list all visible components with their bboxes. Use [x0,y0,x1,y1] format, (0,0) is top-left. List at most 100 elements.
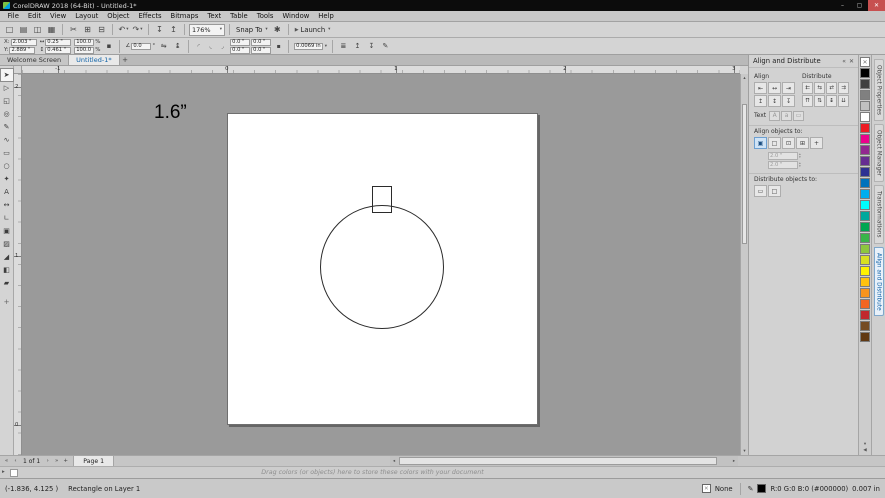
align-to-page-center-button[interactable]: ⊡ [782,137,795,149]
first-page-button[interactable]: « [2,458,11,464]
ornament-circle-shape[interactable] [320,205,444,329]
menu-item[interactable]: File [3,12,23,20]
convert-to-curves-button[interactable]: ✎ [380,41,391,52]
options-button[interactable]: ✱ [271,23,284,36]
distribute-right-button[interactable]: ⇉ [838,82,849,94]
edit-corners-together-button[interactable]: ▪ [274,42,283,51]
align-first-line-button[interactable]: A [769,111,780,121]
no-color-swatch[interactable]: ✕ [860,57,870,67]
distribute-center-v-button[interactable]: ⇅ [814,95,825,107]
menu-item[interactable]: Help [314,12,339,20]
ellipse-tool[interactable]: ○ [1,160,13,172]
docker-tab-object-manager[interactable]: Object Manager [874,124,884,182]
point-x-field[interactable]: 2.0 " [768,152,798,160]
distribute-left-button[interactable]: ⇇ [802,82,813,94]
color-swatch[interactable] [860,79,870,89]
outline-color-indicator[interactable] [757,484,766,493]
ornament-rectangle-shape[interactable] [372,186,392,213]
parallel-dimension-tool[interactable]: ↔ [1,199,13,211]
color-swatch[interactable] [860,200,870,210]
vertical-scrollbar-thumb[interactable] [742,104,747,244]
add-page-button[interactable]: + [61,458,70,464]
color-swatch[interactable] [860,156,870,166]
pick-tool[interactable]: ➤ [1,69,13,81]
previous-page-button[interactable]: ‹ [11,458,20,464]
menu-item[interactable]: View [46,12,71,20]
menu-item[interactable]: Table [226,12,253,20]
print-button[interactable]: ▦ [45,23,58,36]
color-swatch[interactable] [860,266,870,276]
distribute-extent-of-page-button[interactable]: □ [768,185,781,197]
color-swatch[interactable] [860,189,870,199]
text-tool[interactable]: A [1,186,13,198]
rectangle-tool[interactable]: ▭ [1,147,13,159]
fill-color-indicator[interactable]: ✕ [702,484,711,493]
color-swatch[interactable] [860,277,870,287]
paste-button[interactable]: ⊟ [95,23,108,36]
scroll-right-arrow[interactable]: ▸ [730,456,738,466]
add-tools-button[interactable]: + [1,296,13,308]
color-swatch[interactable] [860,145,870,155]
shape-tool[interactable]: ▷ [1,82,13,94]
open-button[interactable]: ▤ [17,23,30,36]
align-bottom-button[interactable]: ↧ [782,95,795,107]
color-eyedropper-tool[interactable]: ◢ [1,251,13,263]
menu-item[interactable]: Effects [134,12,166,20]
menu-item[interactable]: Window [278,12,314,20]
color-swatch[interactable] [860,255,870,265]
scroll-down-arrow[interactable]: ▾ [741,447,748,455]
round-corner-button[interactable]: ◜ [194,42,203,51]
align-to-grid-button[interactable]: ⊞ [796,137,809,149]
drawing-page[interactable] [227,113,538,425]
close-button[interactable]: ✕ [868,0,885,11]
rotation-angle-input[interactable]: 0.0 [131,43,151,50]
vertical-scrollbar[interactable]: ▴ ▾ [740,74,748,455]
menu-item[interactable]: Bitmaps [166,12,203,20]
interactive-fill-tool[interactable]: ◧ [1,264,13,276]
launch-dropdown[interactable]: ▶ Launch ▾ [293,26,333,34]
palette-scroll-down-button[interactable]: ▾ [864,442,866,447]
connector-tool[interactable]: ∟ [1,212,13,224]
last-page-button[interactable]: » [52,458,61,464]
copy-button[interactable]: ⊞ [81,23,94,36]
snap-to-dropdown[interactable]: Snap To ▾ [234,26,270,34]
horizontal-ruler[interactable]: -10123 [22,66,740,74]
scalloped-corner-button[interactable]: ◟ [206,42,215,51]
object-width-input[interactable]: 0.25 " [45,39,71,46]
menu-item[interactable]: Object [103,12,134,20]
color-swatch[interactable] [860,68,870,78]
distribute-spacing-h-button[interactable]: ⇄ [826,82,837,94]
align-center-vertical-button[interactable]: ↕ [768,95,781,107]
color-swatch[interactable] [860,233,870,243]
ruler-origin-corner[interactable] [14,66,22,74]
smart-fill-tool[interactable]: ▰ [1,277,13,289]
mirror-horizontal-button[interactable]: ⇋ [158,41,169,52]
docker-tab-transformations[interactable]: Transformations [874,185,884,244]
menu-item[interactable]: Tools [252,12,278,20]
scale-y-input[interactable]: 100.0 [74,47,94,54]
align-baseline-button[interactable]: a [781,111,792,121]
mirror-vertical-button[interactable]: ↨ [172,41,183,52]
color-swatch[interactable] [860,123,870,133]
horizontal-scrollbar-thumb[interactable] [399,457,717,465]
new-document-button[interactable]: □ [3,23,16,36]
to-front-button[interactable]: ↥ [352,41,363,52]
menu-item[interactable]: Text [203,12,226,20]
object-height-input[interactable]: 0.461 " [45,47,71,54]
crop-tool[interactable]: ◱ [1,95,13,107]
corner-radius-input[interactable]: 0.0 " [251,47,271,54]
distribute-top-button[interactable]: ⇈ [802,95,813,107]
transparency-tool[interactable]: ▨ [1,238,13,250]
polygon-tool[interactable]: ✦ [1,173,13,185]
maximize-button[interactable]: ▢ [851,0,868,11]
align-to-specified-point-button[interactable]: + [810,137,823,149]
export-button[interactable]: ↥ [167,23,180,36]
corner-radius-input[interactable]: 0.0 " [230,47,250,54]
align-top-button[interactable]: ↥ [754,95,767,107]
new-document-tab-button[interactable]: + [120,55,131,65]
zoom-level-select[interactable]: 176% ▾ [189,24,225,36]
outline-width-select[interactable]: 0.0069 in [294,43,323,50]
color-swatch[interactable] [860,167,870,177]
align-to-active-objects-button[interactable]: ▣ [754,137,767,149]
object-y-input[interactable]: 2.889 " [9,47,35,54]
